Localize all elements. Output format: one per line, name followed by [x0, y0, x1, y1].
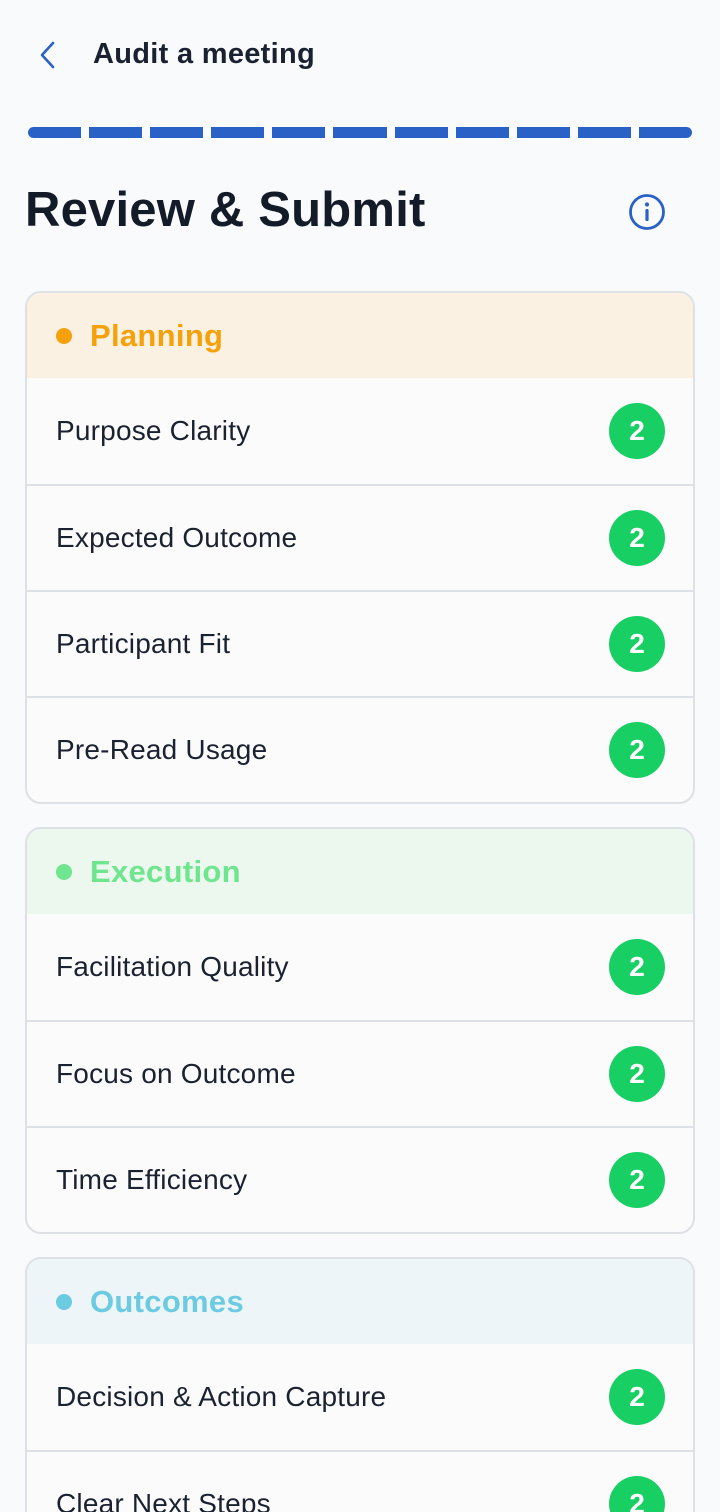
section-header-planning: Planning [27, 293, 693, 378]
section-label: Outcomes [90, 1283, 244, 1319]
criterion-row[interactable]: Expected Outcome 2 [27, 484, 693, 590]
step-progress-bar [28, 127, 693, 138]
progress-segment [455, 127, 509, 138]
section-header-execution: Execution [27, 829, 693, 914]
progress-segment [211, 127, 265, 138]
section-label: Execution [90, 853, 241, 889]
criterion-row[interactable]: Participant Fit 2 [27, 590, 693, 696]
criterion-row[interactable]: Facilitation Quality 2 [27, 914, 693, 1020]
section-card-outcomes: Outcomes Decision & Action Capture 2 Cle… [25, 1257, 695, 1512]
criterion-label: Time Efficiency [56, 1164, 248, 1195]
criterion-label: Purpose Clarity [56, 415, 251, 446]
section-card-execution: Execution Facilitation Quality 2 Focus o… [25, 827, 695, 1234]
section-header-outcomes: Outcomes [27, 1259, 693, 1344]
status-dot [56, 327, 72, 344]
info-icon [629, 194, 665, 230]
criterion-row[interactable]: Time Efficiency 2 [27, 1126, 693, 1232]
criterion-row[interactable]: Clear Next Steps 2 [27, 1450, 693, 1512]
criterion-label: Facilitation Quality [56, 951, 289, 982]
progress-segment [516, 127, 570, 138]
criterion-label: Pre-Read Usage [56, 734, 268, 765]
page-title: Review & Submit [25, 183, 426, 237]
score-badge: 2 [609, 1046, 665, 1102]
back-button[interactable] [26, 32, 70, 78]
score-badge: 2 [609, 1369, 665, 1425]
criterion-row[interactable]: Purpose Clarity 2 [27, 378, 693, 484]
review-screen: Audit a meeting Review & Submit Planning… [0, 0, 720, 1512]
status-dot [56, 863, 72, 880]
score-badge: 2 [609, 510, 665, 566]
progress-segment [638, 127, 693, 138]
progress-segment [394, 127, 448, 138]
section-label: Planning [90, 317, 224, 353]
criterion-row[interactable]: Focus on Outcome 2 [27, 1020, 693, 1126]
progress-segment [577, 127, 631, 138]
criterion-label: Clear Next Steps [56, 1488, 271, 1512]
criterion-label: Focus on Outcome [56, 1058, 296, 1089]
progress-segment [89, 127, 143, 138]
score-badge: 2 [609, 616, 665, 672]
top-bar: Audit a meeting [0, 0, 720, 112]
screen-title: Audit a meeting [93, 38, 316, 70]
info-button[interactable] [627, 192, 667, 232]
score-badge: 2 [609, 1152, 665, 1208]
status-dot [56, 1293, 72, 1310]
score-badge: 2 [609, 722, 665, 778]
chevron-left-icon [40, 41, 55, 69]
criterion-label: Expected Outcome [56, 522, 298, 553]
progress-segment [28, 127, 82, 138]
criterion-label: Participant Fit [56, 628, 231, 659]
progress-segment [272, 127, 326, 138]
section-card-planning: Planning Purpose Clarity 2 Expected Outc… [25, 291, 695, 804]
score-badge: 2 [609, 1476, 665, 1512]
progress-segment [150, 127, 204, 138]
criterion-row[interactable]: Pre-Read Usage 2 [27, 696, 693, 802]
criterion-label: Decision & Action Capture [56, 1381, 387, 1412]
score-badge: 2 [609, 939, 665, 995]
progress-segment [333, 127, 387, 138]
score-badge: 2 [609, 403, 665, 459]
criterion-row[interactable]: Decision & Action Capture 2 [27, 1344, 693, 1450]
